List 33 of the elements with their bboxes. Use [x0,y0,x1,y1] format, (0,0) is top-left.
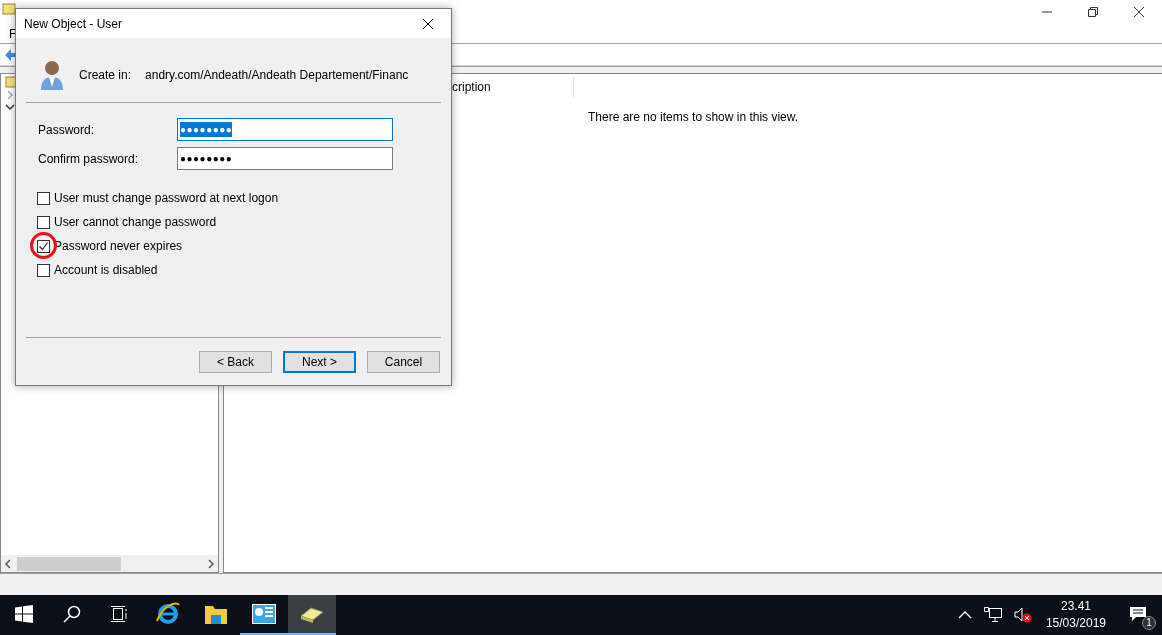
field-label: Password: [38,121,96,139]
empty-list-message: There are no items to show in this view. [588,109,799,126]
checkbox-label[interactable]: User must change password at next logon [54,189,279,207]
checkbox-label[interactable]: Account is disabled [54,261,158,279]
wizard-button[interactable]: Cancel [367,351,440,373]
close-icon [422,17,434,30]
speech-bubble-icon [1129,606,1147,622]
address-book-icon[interactable] [288,595,336,635]
create-in-label: Create in: [79,67,132,84]
wizard-button[interactable]: < Back [199,351,272,373]
clock[interactable]: 23.41 15/03/2019 [1037,598,1114,632]
checkbox[interactable] [37,191,50,205]
close-icon [1133,6,1145,18]
dialog-title: New Object - User [24,15,123,33]
app-folder-icon [2,3,16,15]
checkbox-label[interactable]: User cannot change password [54,213,217,231]
scrollbar-thumb[interactable] [17,556,121,571]
restore-icon [1087,6,1099,18]
windows-logo-icon [15,605,33,623]
field-label: Confirm password: [38,150,140,168]
checkbox[interactable] [37,239,50,253]
password-field[interactable]: ●●●●●●●● [177,147,393,170]
chevron-up-icon[interactable] [957,610,972,620]
notification-button[interactable]: 1 [1114,595,1162,635]
wizard-button[interactable]: Next > [283,351,356,373]
chevron-down-icon[interactable] [5,102,15,112]
volume-muted-icon[interactable] [1013,607,1032,623]
container-path: andry.com/Andeath/Andeath Departement/Financ [145,67,409,84]
user-icon [39,59,65,91]
checkbox[interactable] [37,263,50,277]
network-icon[interactable] [983,607,1002,623]
checkbox[interactable] [37,215,50,229]
password-field[interactable]: ●●●●●●●● [177,118,393,141]
